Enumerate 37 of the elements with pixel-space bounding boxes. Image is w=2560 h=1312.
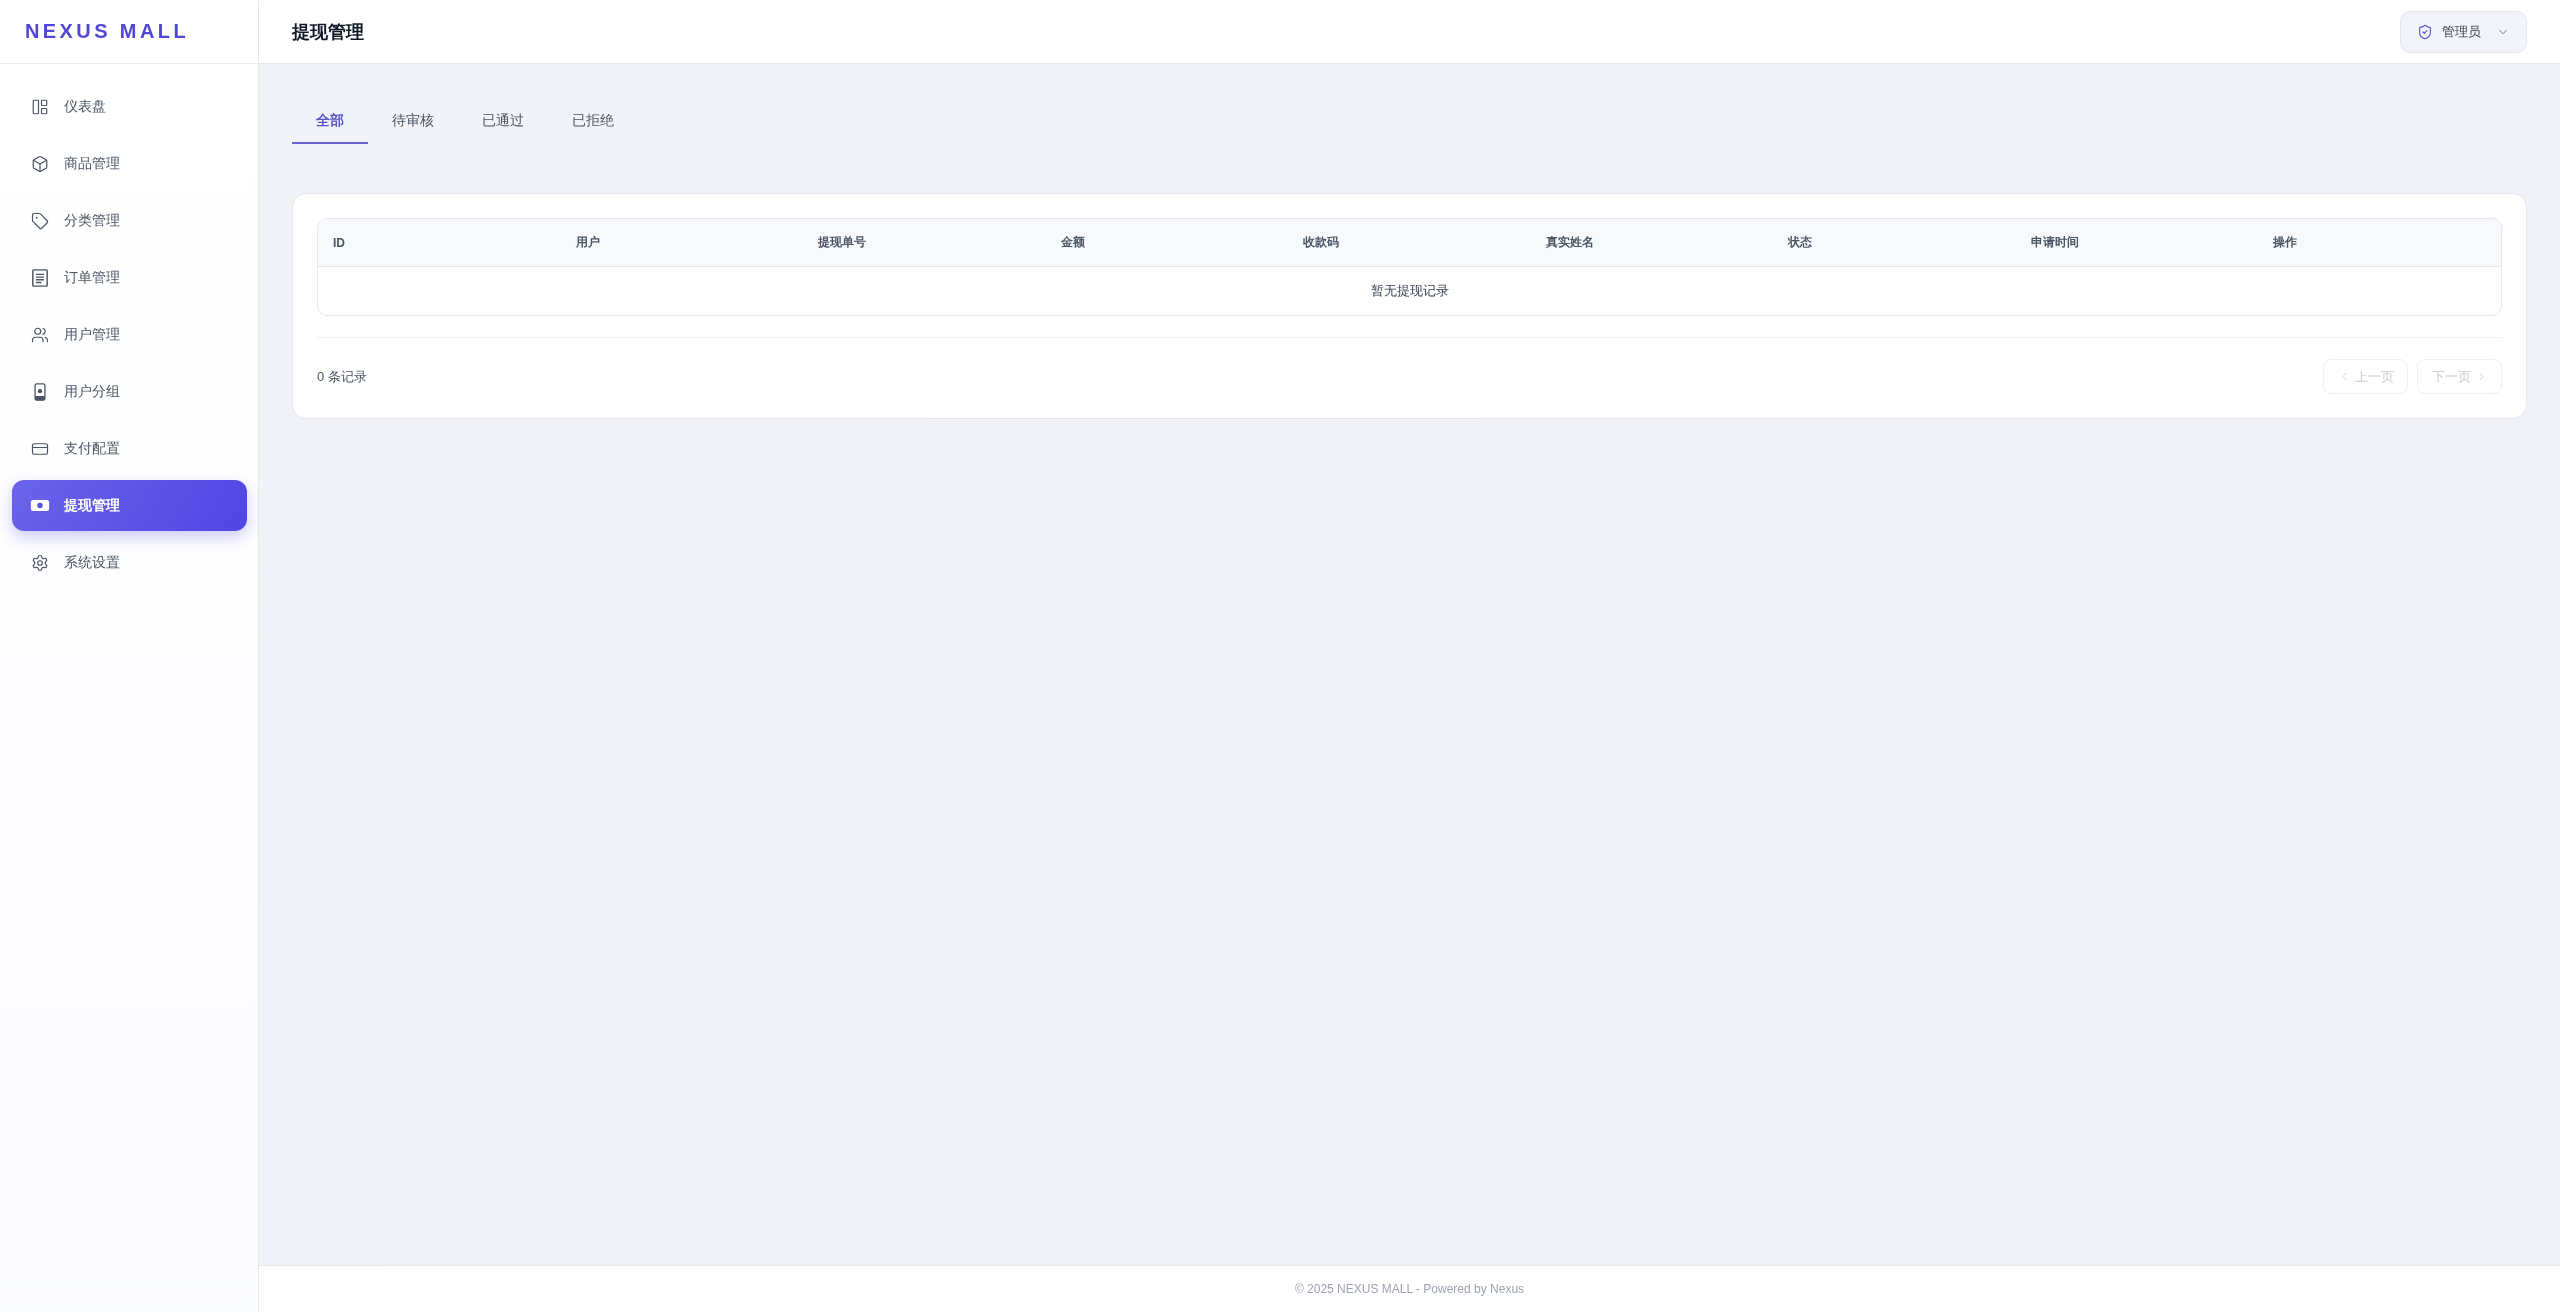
tag-icon [31,211,49,230]
users-icon [31,325,49,344]
filter-tab[interactable]: 待审核 [368,96,458,144]
filter-tab[interactable]: 全部 [292,96,368,144]
filter-tab[interactable]: 已通过 [458,96,548,144]
shield-check-icon [2417,23,2433,40]
sidebar-item[interactable]: 订单管理 [12,252,247,303]
id-badge-icon [34,382,46,401]
column-header: 申请时间 [2030,234,2079,251]
sidebar-item[interactable]: 提现管理 [12,480,247,531]
record-count: 0 条记录 [317,367,367,386]
box-icon [31,154,49,173]
column-header: 收款码 [1303,234,1340,251]
list-sheet-icon [31,268,49,287]
column-header: 金额 [1060,234,1085,251]
page-title: 提现管理 [292,20,364,44]
sidebar-item[interactable]: 支付配置 [12,423,247,474]
banknote-icon [30,499,50,512]
settings-icon [31,553,49,572]
column-header: 真实姓名 [1545,234,1594,251]
empty-message: 暂无提现记录 [1370,282,1449,300]
sidebar-item[interactable]: 系统设置 [12,537,247,588]
column-header: 用户 [575,234,600,251]
sidebar-item[interactable]: 仪表盘 [12,81,247,132]
panels-icon [31,97,49,116]
user-menu-button[interactable]: 管理员 [2400,10,2527,53]
column-header: ID [333,235,345,250]
sidebar-item[interactable]: 分类管理 [12,195,247,246]
footer-text: © 2025 NEXUS MALL - Powered by Nexus [1294,1282,1525,1296]
sidebar-item[interactable]: 用户分组 [12,366,247,417]
filter-tab[interactable]: 已拒绝 [548,96,638,144]
brand-logo: NEXUS MALL [25,20,189,43]
column-header: 操作 [2273,234,2298,251]
sidebar-item[interactable]: 商品管理 [12,138,247,189]
column-header: 状态 [1788,234,1813,251]
column-header: 提现单号 [818,234,867,251]
sidebar-item[interactable]: 用户管理 [12,309,247,360]
